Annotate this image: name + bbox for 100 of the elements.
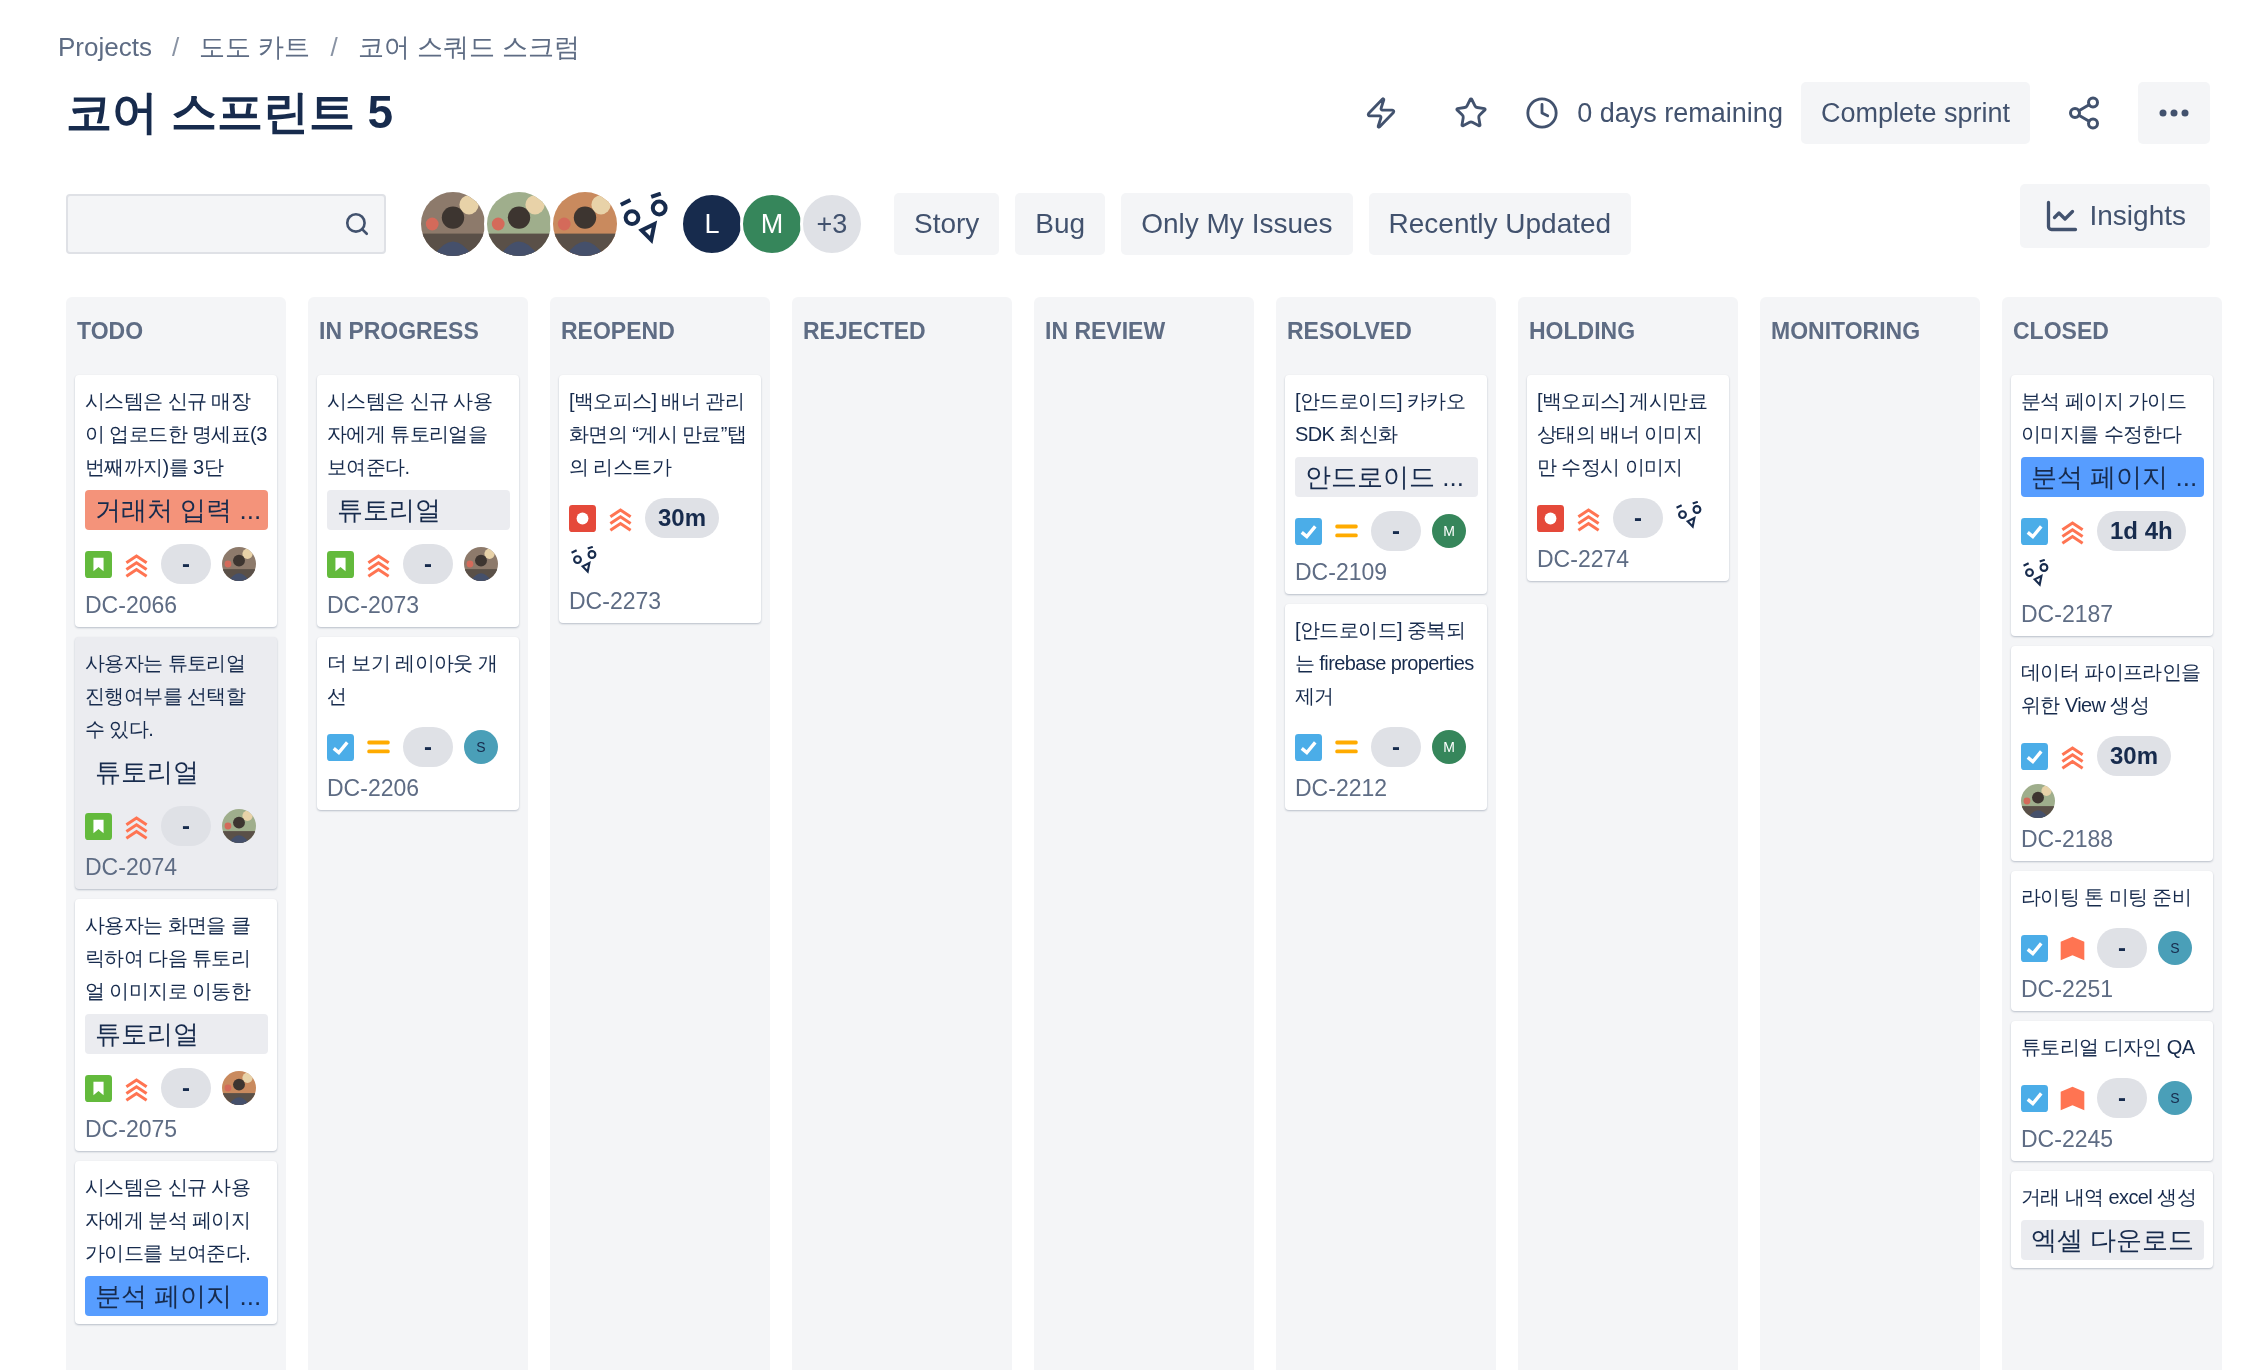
complete-sprint-button[interactable]: Complete sprint (1800, 82, 2030, 144)
breadcrumb-separator: / (170, 32, 181, 63)
issue-title: 사용자는 튜토리얼 진행여부를 선택할 수 있다. (85, 651, 247, 742)
issue-title: [안드로이드] 카카오 SDK 최신화 (1295, 389, 1467, 447)
issue-title: [백오피스] 게시만료 상태의 배너 이미지만 수정시 이미지 (1537, 389, 1709, 480)
quick-filter-button[interactable]: Bug (1015, 193, 1106, 255)
issue-key[interactable]: DC-2109 (1295, 559, 1478, 586)
issue-card[interactable]: 튜토리얼 디자인 QA - S DC-2245 (2011, 1021, 2213, 1161)
estimate-pill: - (403, 544, 453, 584)
issue-card[interactable]: 분석 페이지 가이드 이미지를 수정한다 분석 페이지 ... 1d 4h DC-2187 (2011, 375, 2213, 636)
equals-icon (1333, 739, 1360, 755)
column-header: REJECTED (802, 316, 927, 346)
quick-filter-button[interactable]: Recently Updated (1368, 193, 1632, 255)
issue-title: 더 보기 레이아웃 개선 (327, 651, 499, 709)
checkbox-icon (2021, 742, 2048, 770)
issue-label: 튜토리얼 (327, 490, 510, 530)
avatar: S (2158, 931, 2192, 965)
issue-key[interactable]: DC-2251 (2021, 976, 2204, 1003)
clock-icon (1525, 96, 1560, 130)
estimate-pill: - (2097, 1078, 2147, 1118)
avatar[interactable]: M (740, 192, 804, 256)
quick-filter-button[interactable]: Story (894, 193, 1000, 255)
bug-icon (1537, 504, 1564, 532)
search-icon (344, 211, 370, 237)
share-icon (2066, 95, 2102, 131)
breadcrumb-link[interactable]: 도도 카트 (199, 30, 311, 65)
insights-button[interactable]: Insights (2019, 184, 2210, 248)
issue-title: 사용자는 화면을 클릭하여 다음 튜토리얼 이미지로 이동한 (85, 913, 252, 1004)
issue-card[interactable]: 사용자는 튜토리얼 진행여부를 선택할 수 있다. 튜토리얼 - DC-2074 (75, 637, 277, 889)
estimate-pill: - (161, 806, 211, 846)
more-members-button[interactable]: +3 (800, 192, 864, 256)
issue-card[interactable]: 시스템은 신규 사용자에게 분석 페이지 가이드를 보여준다. 분석 페이지 ... (75, 1161, 277, 1324)
issue-title: 시스템은 신규 사용자에게 튜토리얼을 보여준다. (327, 389, 494, 480)
bookmark-icon (85, 1074, 112, 1102)
issue-title: 분석 페이지 가이드 이미지를 수정한다 (2021, 389, 2188, 447)
issue-card[interactable]: 사용자는 화면을 클릭하여 다음 튜토리얼 이미지로 이동한 튜토리얼 - DC-2075 (75, 899, 277, 1151)
issue-title: 거래 내역 excel 생성 (2021, 1185, 2197, 1210)
star-icon (1454, 96, 1489, 130)
column-header: HOLDING (1528, 316, 1637, 346)
issue-label: 튜토리얼 (85, 1014, 268, 1054)
quick-filter-button[interactable]: Only My Issues (1121, 193, 1353, 255)
issue-title: 라이팅 톤 미팅 준비 (2021, 885, 2193, 910)
equals-icon (365, 739, 392, 755)
avatar: M (1432, 514, 1466, 548)
issue-key[interactable]: DC-2245 (2021, 1126, 2204, 1153)
issue-key[interactable]: DC-2206 (327, 775, 510, 802)
estimate-pill: - (2097, 928, 2147, 968)
column-header: IN REVIEW (1044, 316, 1167, 346)
checkbox-icon (2021, 1084, 2048, 1112)
issue-card[interactable]: 시스템은 신규 매장이 업로드한 명세표(3번째까지)를 3단 거래처 입력 ... - DC-2066 (75, 375, 277, 627)
issue-key[interactable]: DC-2212 (1295, 775, 1478, 802)
issue-label: 거래처 입력 ... (85, 490, 268, 530)
breadcrumb-separator: / (329, 32, 339, 63)
issue-key[interactable]: DC-2273 (569, 588, 752, 615)
issue-label: 안드로이드 ... (1295, 457, 1478, 497)
bookmark-icon (327, 550, 354, 578)
breadcrumb-link[interactable]: 코어 스쿼드 스크럼 (357, 30, 581, 65)
bookmark-icon (85, 812, 112, 840)
more-button[interactable] (2138, 82, 2210, 144)
issue-card[interactable]: [안드로이드] 카카오 SDK 최신화 안드로이드 ... - M DC-2109 (1285, 375, 1487, 594)
issue-key[interactable]: DC-2074 (85, 854, 268, 881)
issue-card[interactable]: 데이터 파이프라인을 위한 View 생성 30m DC-2188 (2011, 646, 2213, 861)
issue-card[interactable]: [백오피스] 게시만료 상태의 배너 이미지만 수정시 이미지 - DC-2274 (1527, 375, 1729, 581)
days-remaining: 0 days remaining (1577, 97, 1783, 129)
checkbox-icon (327, 733, 354, 761)
column-header: RESOLVED (1286, 316, 1413, 346)
sprint-title: 코어 스프린트 5 (66, 85, 394, 140)
issue-key[interactable]: DC-2274 (1537, 546, 1720, 573)
issue-key[interactable]: DC-2073 (327, 592, 510, 619)
issue-card[interactable]: 더 보기 레이아웃 개선 - S DC-2206 (317, 637, 519, 810)
issue-key[interactable]: DC-2188 (2021, 826, 2204, 853)
estimate-pill: - (1613, 498, 1663, 538)
estimate-pill: 30m (645, 498, 720, 538)
breadcrumb-link[interactable]: Projects (58, 32, 152, 63)
avatar[interactable]: L (680, 192, 744, 256)
issue-card[interactable]: 라이팅 톤 미팅 준비 - S DC-2251 (2011, 871, 2213, 1011)
column-header: IN PROGRESS (318, 316, 480, 346)
bug-icon (569, 504, 596, 532)
issue-card[interactable]: [안드로이드] 중복되는 firebase properties 제거 - M DC-2212 (1285, 604, 1487, 810)
checkbox-icon (2021, 934, 2048, 962)
issue-key[interactable]: DC-2066 (85, 592, 268, 619)
estimate-pill: - (1371, 511, 1421, 551)
issue-label: 분석 페이지 ... (2021, 457, 2204, 497)
avatar: M (1432, 730, 1466, 764)
checkbox-icon (2021, 517, 2048, 545)
column-header: REOPEND (560, 316, 676, 346)
estimate-pill: 1d 4h (2097, 511, 2186, 551)
bookmark-icon (85, 550, 112, 578)
issue-title: 튜토리얼 디자인 QA (2021, 1035, 2196, 1060)
avatar: S (464, 730, 498, 764)
issue-card[interactable]: 시스템은 신규 사용자에게 튜토리얼을 보여준다. 튜토리얼 - DC-2073 (317, 375, 519, 627)
issue-card[interactable]: 거래 내역 excel 생성 엑셀 다운로드 (2011, 1171, 2213, 1268)
issue-key[interactable]: DC-2187 (2021, 601, 2204, 628)
issue-label: 분석 페이지 ... (85, 1276, 268, 1316)
search-field[interactable] (66, 194, 386, 254)
issue-title: 시스템은 신규 사용자에게 분석 페이지 가이드를 보여준다. (85, 1175, 252, 1266)
issue-title: 시스템은 신규 매장이 업로드한 명세표(3번째까지)를 3단 (85, 389, 268, 480)
issue-key[interactable]: DC-2075 (85, 1116, 268, 1143)
issue-card[interactable]: [백오피스] 배너 관리화면의 “게시 만료”탭의 리스트가 30m DC-2273 (559, 375, 761, 623)
pennant-icon (2059, 1084, 2086, 1112)
